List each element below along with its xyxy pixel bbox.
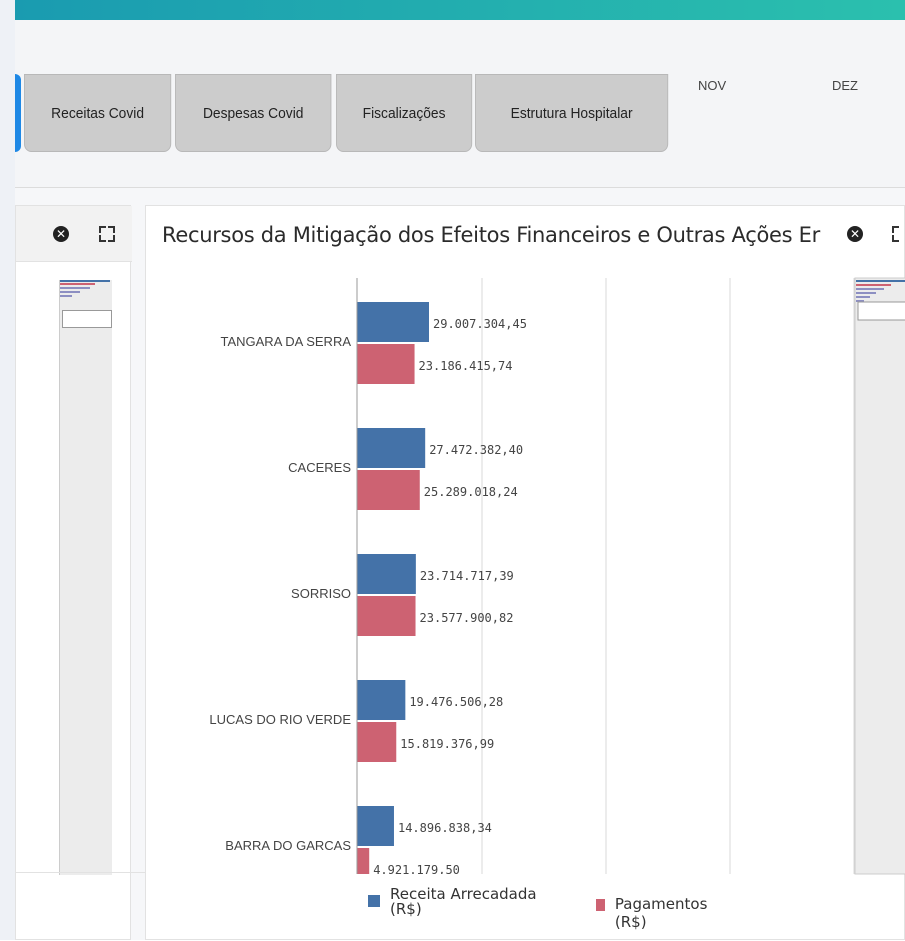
expand-icon[interactable] <box>99 226 115 242</box>
category-label: TANGARA DA SERRA <box>220 334 351 349</box>
category-label: CACERES <box>288 460 351 475</box>
minimap-bar <box>60 287 90 289</box>
minimap-bar <box>856 284 891 286</box>
main-chart-panel: Recursos da Mitigação dos Efeitos Financ… <box>145 205 905 940</box>
tab-receitas-covid[interactable]: Receitas Covid <box>24 74 172 152</box>
close-icon[interactable]: ✕ <box>53 226 69 242</box>
data-label: 19.476.506,28 <box>409 695 503 709</box>
data-label: 23.186.415,74 <box>419 359 513 373</box>
data-label: 25.289.018,24 <box>424 485 518 499</box>
minimap-bar <box>60 283 95 285</box>
category-label: SORRISO <box>291 586 351 601</box>
tab-fiscalizacoes[interactable]: Fiscalizações <box>336 74 473 152</box>
legend-swatch-receita <box>368 895 380 907</box>
category-label: LUCAS DO RIO VERDE <box>209 712 351 727</box>
bar-receita[interactable] <box>357 554 416 594</box>
legend-label-pagamentos: Pagamentos (R$) <box>614 895 708 931</box>
bar-receita[interactable] <box>357 680 406 720</box>
data-label: 14.896.838,34 <box>398 821 492 835</box>
bar-chart: 29.007.304,45 23.186.415,74 27.472.382,40 2… <box>209 277 905 888</box>
minimap-bar <box>856 296 870 298</box>
minimap-bar <box>856 292 876 294</box>
bar-pagamentos[interactable] <box>357 344 415 384</box>
bar-receita[interactable] <box>357 302 429 342</box>
minimap-bar <box>60 295 72 297</box>
tab-estrutura-hospitalar[interactable]: Estrutura Hospitalar <box>475 74 669 152</box>
minimap-window[interactable] <box>62 310 112 328</box>
bar-pagamentos[interactable] <box>357 596 416 636</box>
bar-pagamentos[interactable] <box>357 722 397 762</box>
bar-pagamentos[interactable] <box>357 470 420 510</box>
top-accent-bar <box>15 0 905 20</box>
minimap-bar <box>60 280 110 282</box>
legend-label-receita: Receita Arrecadada (R$) <box>390 885 537 918</box>
data-label: 27.472.382,40 <box>429 443 523 457</box>
left-chart-panel: ✕ <box>15 205 132 940</box>
left-panel-bottom-divider <box>15 872 145 873</box>
minimap-window <box>857 301 905 321</box>
category-label: BARRA DO GARCAS <box>225 838 351 853</box>
month-label-nov: NOV <box>698 78 727 93</box>
data-label: 23.714.717,39 <box>420 569 514 583</box>
right-scroll-track <box>854 277 905 875</box>
legend-item-receita[interactable]: Receita Arrecadada (R$) <box>368 887 570 917</box>
data-label: 15.819.376,99 <box>400 737 494 751</box>
data-label: 4.921.179,50 <box>373 863 460 877</box>
minimap-bar <box>856 280 905 282</box>
data-label: 29.007.304,45 <box>433 317 527 331</box>
bar-pagamentos[interactable] <box>357 848 370 888</box>
active-tab-edge[interactable] <box>15 74 21 152</box>
bar-receita[interactable] <box>357 428 426 468</box>
legend-swatch-pagamentos <box>596 899 605 911</box>
minimap-bar <box>60 291 80 293</box>
bars-group: 29.007.304,45 23.186.415,74 27.472.382,40 2… <box>357 302 527 888</box>
page-left-edge <box>0 0 15 940</box>
legend-item-pagamentos[interactable]: Pagamentos (R$) <box>596 895 711 931</box>
tab-despesas-covid[interactable]: Despesas Covid <box>175 74 332 152</box>
minimap-bar <box>856 288 884 290</box>
left-panel-scroll-track[interactable] <box>59 280 112 875</box>
month-label-dez: DEZ <box>832 78 858 93</box>
bar-receita[interactable] <box>357 806 394 846</box>
data-label: 23.577.900,82 <box>420 611 514 625</box>
